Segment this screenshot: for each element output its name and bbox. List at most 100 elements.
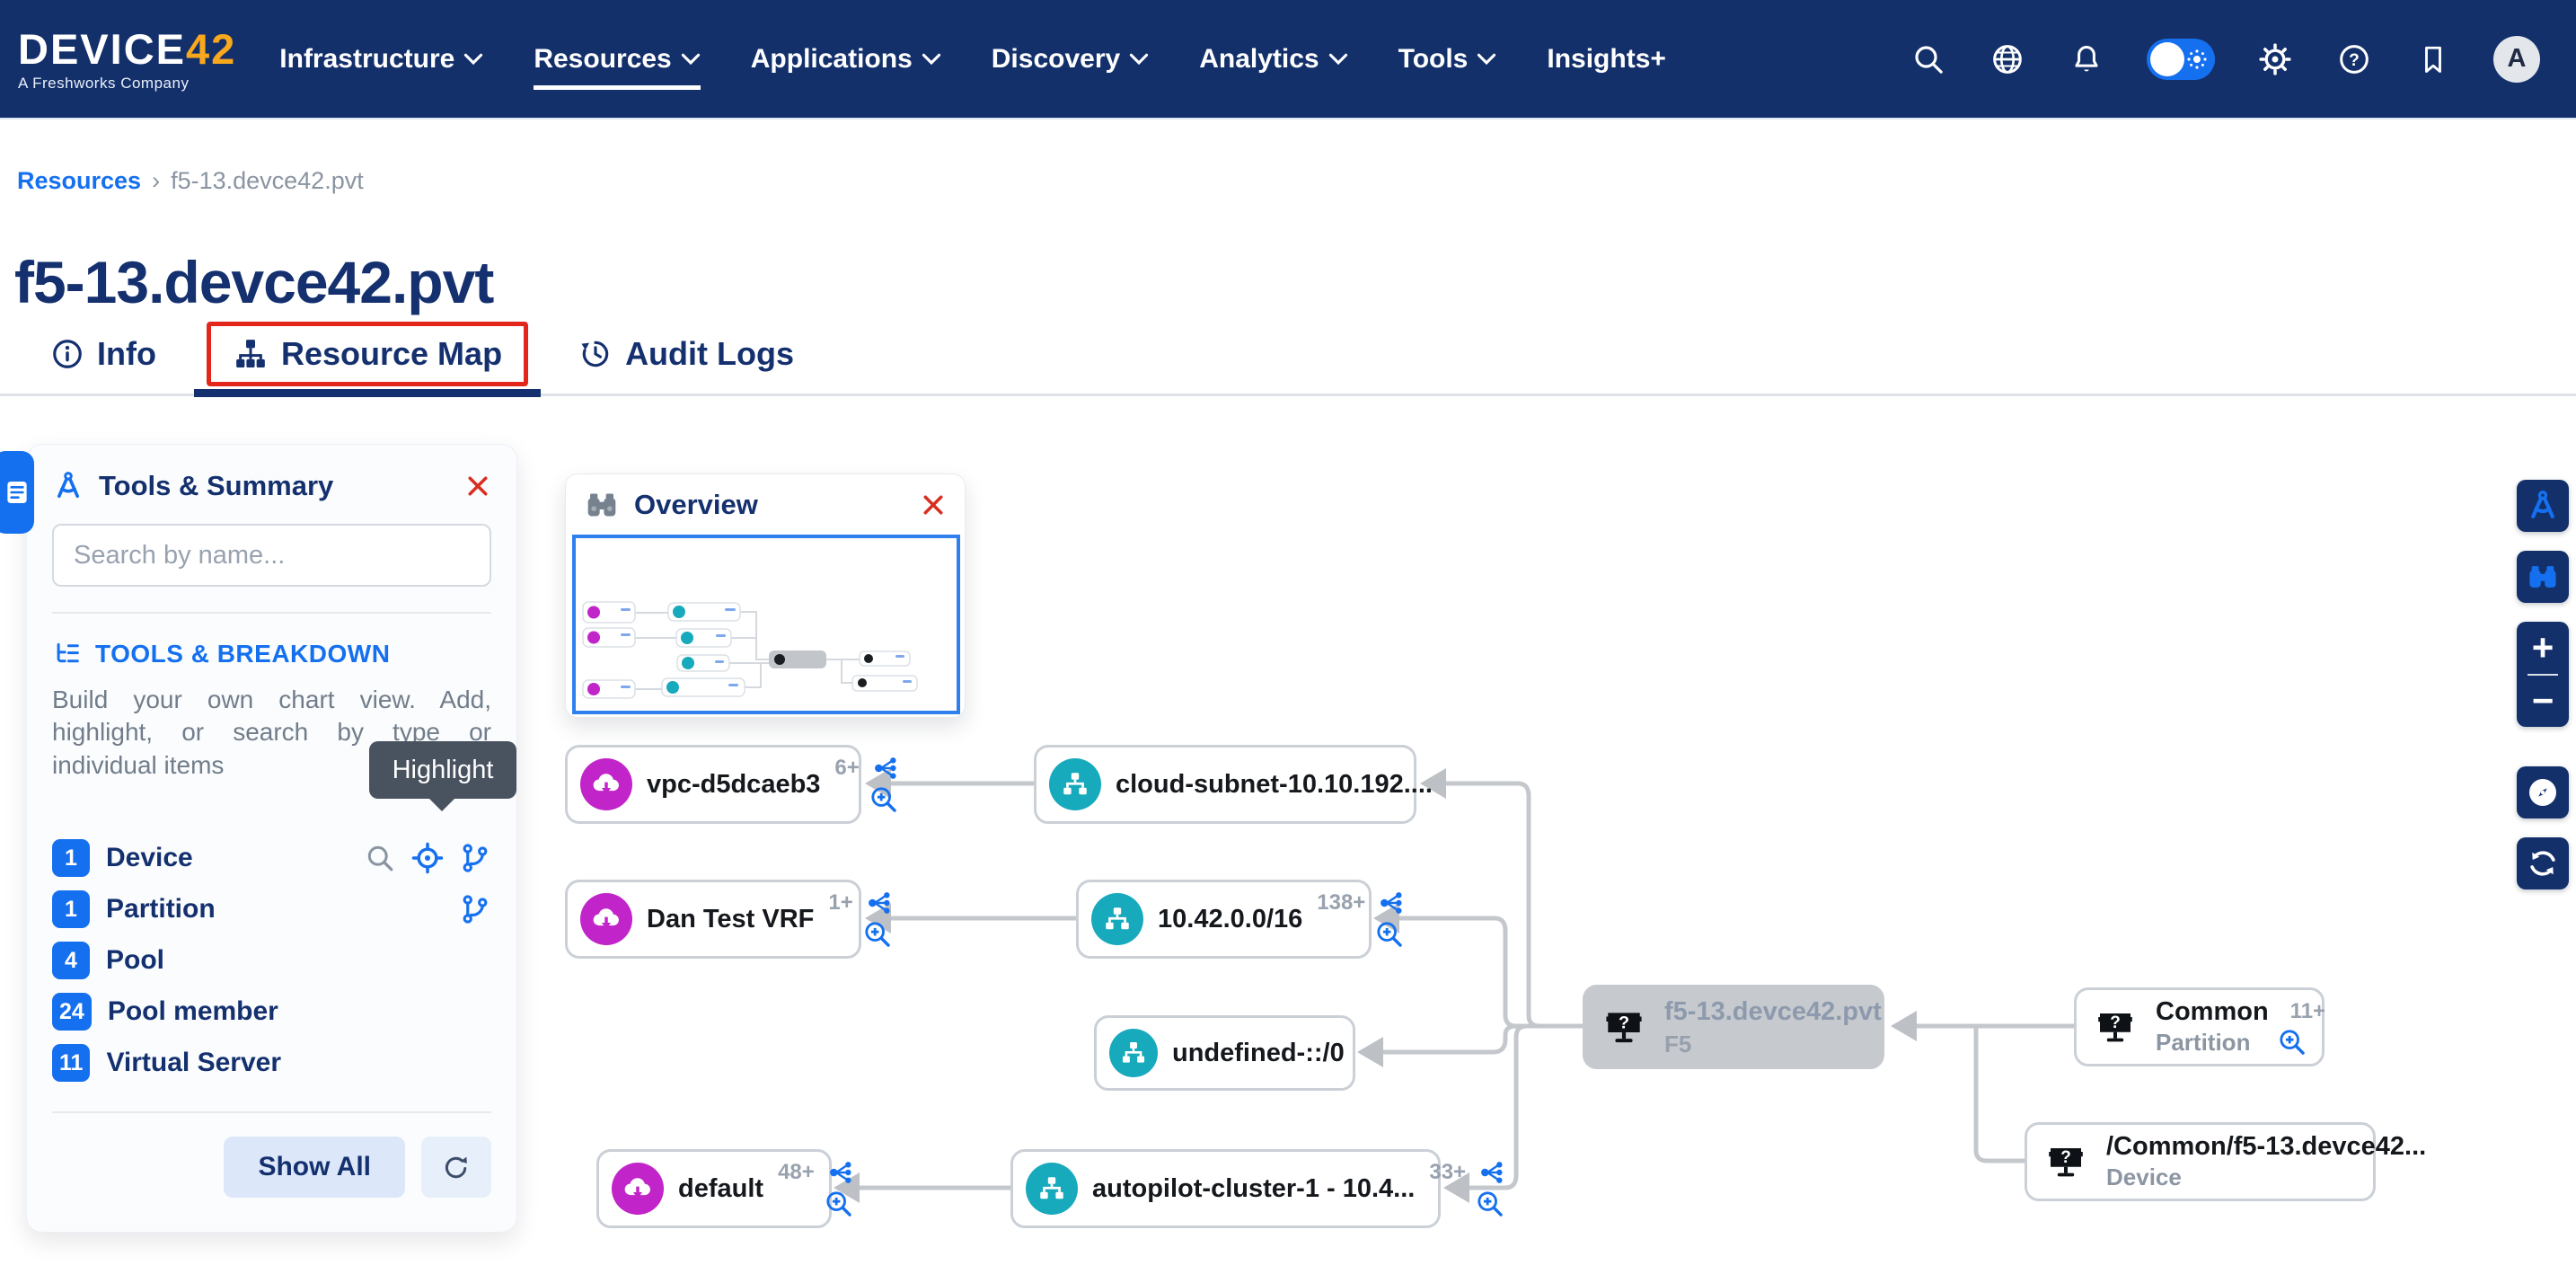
- git-branch-icon[interactable]: [459, 842, 491, 874]
- breakdown-row-partition[interactable]: 1 Partition: [52, 889, 491, 929]
- active-tab-underline: [194, 389, 541, 397]
- menu-insights[interactable]: Insights+: [1547, 44, 1666, 90]
- chevron-down-icon: [1328, 53, 1348, 66]
- breadcrumb-resources-link[interactable]: Resources: [17, 167, 141, 195]
- show-all-button[interactable]: Show All: [224, 1137, 405, 1198]
- chevron-down-icon: [1477, 53, 1496, 66]
- menu-resources[interactable]: Resources: [534, 44, 700, 90]
- minimap-graph: [576, 538, 957, 711]
- refresh-icon: [440, 1151, 472, 1183]
- help-icon[interactable]: ?: [2335, 40, 2373, 78]
- map-overview-button[interactable]: [2517, 551, 2569, 603]
- breadcrumb: Resources › f5-13.devce42.pvt: [17, 167, 364, 195]
- breakdown-row-virtual-server[interactable]: 11 Virtual Server: [52, 1043, 491, 1083]
- menu-tools[interactable]: Tools: [1398, 44, 1497, 90]
- expand-network-icon[interactable]: [870, 754, 899, 783]
- nav-actions: ? A: [1910, 36, 2540, 83]
- breakdown-row-device[interactable]: 1 Device: [52, 838, 491, 878]
- panel-collapse-toggle[interactable]: [0, 451, 34, 534]
- search-icon[interactable]: [1910, 40, 1947, 78]
- git-branch-icon[interactable]: [459, 893, 491, 925]
- node-vpc-d5dcaeb3[interactable]: vpc-d5dcaeb3 6+: [565, 745, 861, 824]
- detail-tabs: Info Resource Map Audit Logs: [0, 313, 2576, 395]
- globe-icon[interactable]: [1989, 40, 2026, 78]
- tab-audit-logs[interactable]: Audit Logs: [578, 335, 794, 373]
- resource-map-icon: [233, 336, 269, 372]
- node-sublabel: F5: [1664, 1031, 1867, 1058]
- device42-logo[interactable]: DEVICE42 A Freshworks Company: [18, 28, 236, 91]
- search-icon[interactable]: [364, 842, 396, 874]
- node-label: default: [678, 1174, 763, 1204]
- close-icon[interactable]: [920, 491, 947, 518]
- sun-icon: [2186, 49, 2208, 75]
- chevron-down-icon: [681, 53, 701, 66]
- map-toolbar: + −: [2517, 480, 2569, 889]
- overview-minimap[interactable]: [572, 535, 960, 714]
- tools-panel-title: Tools & Summary: [99, 470, 333, 502]
- subnet-icon: [1026, 1163, 1078, 1215]
- theme-toggle[interactable]: [2147, 39, 2215, 80]
- tab-info[interactable]: Info: [50, 335, 156, 373]
- zoom-in-icon[interactable]: [2277, 1027, 2307, 1057]
- subnet-icon: [1109, 1029, 1158, 1077]
- expand-network-icon[interactable]: [1376, 889, 1405, 917]
- map-tools-button[interactable]: [2517, 480, 2569, 532]
- node-cloud-subnet[interactable]: cloud-subnet-10.10.192....: [1034, 745, 1416, 824]
- expand-network-icon[interactable]: [1477, 1158, 1505, 1187]
- zoom-in-icon[interactable]: [1475, 1189, 1505, 1219]
- menu-discovery[interactable]: Discovery: [992, 44, 1149, 90]
- node-common-partition[interactable]: ? Common11+ Partition: [2074, 987, 2325, 1066]
- tools-summary-panel: Tools & Summary TOOLS & BREAKDOWN Build …: [26, 444, 517, 1233]
- node-f5-13-devce42-selected[interactable]: ? f5-13.devce42.pvt F5: [1583, 985, 1884, 1069]
- zoom-in-button[interactable]: +: [2517, 622, 2569, 674]
- breakdown-row-pool[interactable]: 4 Pool: [52, 941, 491, 980]
- node-undefined-subnet[interactable]: undefined-::/0: [1094, 1015, 1355, 1091]
- node-label: Dan Test VRF: [647, 905, 814, 934]
- user-avatar[interactable]: A: [2493, 36, 2540, 83]
- zoom-in-icon[interactable]: [1374, 919, 1405, 950]
- subnet-icon: [1091, 893, 1143, 945]
- expand-network-icon[interactable]: [825, 1158, 854, 1187]
- menu-applications[interactable]: Applications: [751, 44, 941, 90]
- breakdown-row-pool-member[interactable]: 24 Pool member: [52, 992, 491, 1031]
- count-badge: 1: [52, 839, 90, 877]
- hidden-count: 1+: [828, 890, 852, 916]
- settings-gear-icon[interactable]: [2256, 40, 2294, 78]
- chevron-down-icon: [463, 53, 483, 66]
- zoom-control: + −: [2517, 622, 2569, 727]
- refresh-button[interactable]: [421, 1137, 491, 1198]
- menu-infrastructure[interactable]: Infrastructure: [279, 44, 483, 90]
- count-badge: 4: [52, 942, 90, 979]
- sync-refresh-button[interactable]: [2517, 837, 2569, 889]
- expand-network-icon[interactable]: [864, 889, 893, 917]
- close-icon[interactable]: [464, 473, 491, 500]
- device-icon: ?: [2089, 1001, 2141, 1053]
- search-input[interactable]: [52, 524, 491, 587]
- node-dan-test-vrf[interactable]: Dan Test VRF 1+: [565, 880, 861, 959]
- binoculars-icon: [2526, 560, 2560, 594]
- notifications-bell-icon[interactable]: [2068, 40, 2105, 78]
- overview-title: Overview: [634, 489, 758, 521]
- overview-header: Overview: [566, 474, 965, 530]
- zoom-in-icon[interactable]: [824, 1189, 854, 1219]
- count-badge: 1: [52, 890, 90, 928]
- compass-button[interactable]: [2517, 766, 2569, 818]
- node-default[interactable]: default 48+: [596, 1149, 832, 1228]
- node-label: vpc-d5dcaeb3: [647, 770, 820, 800]
- node-common-f5-device[interactable]: ? /Common/f5-13.devce42... Device: [2025, 1122, 2376, 1201]
- chevron-down-icon: [922, 53, 941, 66]
- node-10-42-subnet[interactable]: 10.42.0.0/16 138+: [1076, 880, 1372, 959]
- node-autopilot-cluster[interactable]: autopilot-cluster-1 - 10.4... 33+: [1010, 1149, 1441, 1228]
- zoom-in-icon[interactable]: [869, 784, 899, 815]
- hidden-count: 138+: [1317, 890, 1365, 916]
- breadcrumb-separator: ›: [152, 167, 160, 195]
- zoom-in-icon[interactable]: [862, 919, 893, 950]
- count-badge: 11: [52, 1044, 90, 1082]
- node-label: autopilot-cluster-1 - 10.4...: [1092, 1174, 1415, 1204]
- bookmark-icon[interactable]: [2414, 40, 2452, 78]
- tools-compass-icon: [52, 470, 84, 502]
- menu-analytics[interactable]: Analytics: [1199, 44, 1347, 90]
- zoom-out-button[interactable]: −: [2517, 676, 2569, 728]
- highlight-crosshair-icon[interactable]: [410, 841, 445, 875]
- tab-resource-map[interactable]: Resource Map: [207, 322, 528, 386]
